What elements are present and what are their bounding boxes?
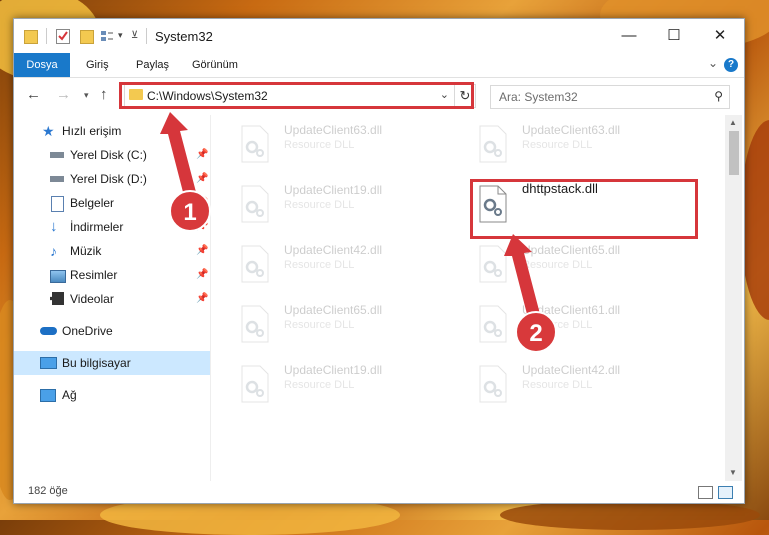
- step-badge-1: 1: [169, 190, 211, 232]
- arrow-to-address: [160, 112, 196, 196]
- annotation-arrows: [160, 112, 540, 318]
- arrow-to-file: [504, 234, 540, 318]
- step-badge-2: 2: [515, 311, 557, 353]
